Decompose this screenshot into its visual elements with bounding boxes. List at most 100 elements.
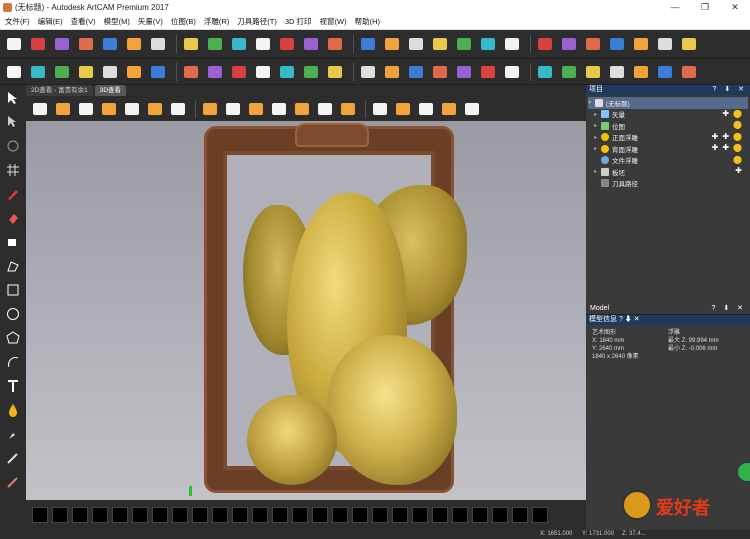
polyline-tool[interactable] <box>2 255 24 277</box>
menu-window[interactable]: 视窗(W) <box>320 16 347 27</box>
minimize-button[interactable]: — <box>660 0 690 14</box>
copy-button[interactable] <box>100 34 120 54</box>
expand-arrow-icon[interactable]: ▸ <box>594 122 601 129</box>
expand-arrow-icon[interactable]: ▸ <box>594 145 601 152</box>
close-button[interactable]: ✕ <box>720 0 750 14</box>
split-button[interactable] <box>478 62 498 82</box>
zoom-button[interactable] <box>4 62 24 82</box>
grid-cube-button[interactable] <box>124 62 144 82</box>
cube-side-button[interactable] <box>145 99 165 119</box>
tree-item-file-relief[interactable]: 文件浮雕 ⬤ <box>588 155 748 167</box>
undo-button[interactable] <box>148 34 168 54</box>
tree-item-bitmaps[interactable]: ▸ 位图 ⬤ <box>588 120 748 132</box>
color-swatch[interactable] <box>72 507 88 523</box>
align-button[interactable] <box>655 34 675 54</box>
speed-button[interactable] <box>301 34 321 54</box>
block-actions[interactable]: ✚ <box>735 166 746 175</box>
menu-view[interactable]: 查看(V) <box>71 16 96 27</box>
star-light-button[interactable] <box>416 99 436 119</box>
cube-white-button[interactable] <box>76 99 96 119</box>
grid-tool[interactable] <box>2 159 24 181</box>
cube-button[interactable] <box>559 34 579 54</box>
color-swatch[interactable] <box>412 507 428 523</box>
sculpt-tool[interactable] <box>2 447 24 469</box>
eraser-button[interactable] <box>76 62 96 82</box>
emboss-button[interactable] <box>502 34 522 54</box>
flat-button[interactable] <box>229 62 249 82</box>
redo-button[interactable] <box>181 34 201 54</box>
axes-button[interactable] <box>99 99 119 119</box>
eraser-tool[interactable] <box>2 207 24 229</box>
polyline-button[interactable] <box>679 34 699 54</box>
star-blue-button[interactable] <box>292 99 312 119</box>
select-tool[interactable] <box>2 87 24 109</box>
menu-toolpaths[interactable]: 刀具路径(T) <box>237 16 277 27</box>
tree-item-toolpaths[interactable]: 刀具路径 <box>588 178 748 190</box>
paste-button[interactable] <box>124 34 144 54</box>
expand-arrow-icon[interactable]: ▸ <box>594 168 601 175</box>
side-handle[interactable] <box>738 463 750 481</box>
transform-button[interactable] <box>358 34 378 54</box>
blue-shape-button[interactable] <box>52 62 72 82</box>
smooth-button[interactable] <box>478 34 498 54</box>
arrow-button[interactable] <box>253 62 273 82</box>
square2-button[interactable] <box>679 62 699 82</box>
expand-arrow-icon[interactable]: ▸ <box>594 111 601 118</box>
cube-colors-button[interactable] <box>439 99 459 119</box>
vector-button[interactable] <box>430 34 450 54</box>
stack-button[interactable] <box>358 62 378 82</box>
menu-edit[interactable]: 编辑(E) <box>38 16 63 27</box>
panel-controls[interactable]: ? ⬇ ✕ <box>619 316 640 323</box>
text-tool[interactable] <box>2 375 24 397</box>
color-swatch[interactable] <box>452 507 468 523</box>
color-swatch[interactable] <box>32 507 48 523</box>
panel-controls[interactable]: ? ⬇ ✕ <box>712 85 747 95</box>
tree-item-vectors[interactable]: ▸ 矢量 ✚⬤ <box>588 109 748 121</box>
color-swatch[interactable] <box>272 507 288 523</box>
tree-item-root[interactable]: ▾ (无标题) <box>588 97 748 109</box>
circle-tool[interactable] <box>2 303 24 325</box>
cube-iso-button[interactable] <box>168 99 188 119</box>
color-swatch[interactable] <box>492 507 508 523</box>
menu-file[interactable]: 文件(F) <box>5 16 30 27</box>
color-swatch[interactable] <box>512 507 528 523</box>
color-swatch[interactable] <box>52 507 68 523</box>
color-swatch[interactable] <box>112 507 128 523</box>
drop-tool[interactable] <box>2 399 24 421</box>
brush-tool[interactable] <box>2 423 24 445</box>
color-swatch[interactable] <box>92 507 108 523</box>
back-relief-actions[interactable]: ✚✚⬤ <box>712 143 746 152</box>
knife-tool[interactable] <box>2 471 24 493</box>
node-edit-tool[interactable] <box>2 111 24 133</box>
plus-button[interactable] <box>559 62 579 82</box>
panel-controls[interactable]: ? ⬇ ✕ <box>711 303 746 315</box>
menu-bitmap[interactable]: 位图(B) <box>171 16 196 27</box>
relief-tool-button[interactable] <box>607 34 627 54</box>
model-size-button[interactable] <box>229 34 249 54</box>
cylinder-button[interactable] <box>200 99 220 119</box>
layers-button[interactable] <box>382 34 402 54</box>
shade-red-button[interactable] <box>338 99 358 119</box>
vector-actions[interactable]: ✚⬤ <box>722 109 746 118</box>
open-box-button[interactable] <box>246 99 266 119</box>
wave-button[interactable] <box>301 62 321 82</box>
bulb-button[interactable] <box>53 99 73 119</box>
spiral-button[interactable] <box>28 62 48 82</box>
color-swatch[interactable] <box>212 507 228 523</box>
tree-item-front-relief[interactable]: ▸ 正面浮雕 ✚✚⬤ <box>588 132 748 144</box>
color-swatch[interactable] <box>172 507 188 523</box>
expand-arrow-icon[interactable]: ▾ <box>588 99 595 106</box>
pyramid2-button[interactable] <box>502 62 522 82</box>
grid-button[interactable] <box>253 34 273 54</box>
bitmap-actions[interactable]: ⬤ <box>733 120 746 129</box>
diamond-yellow-button[interactable] <box>370 99 390 119</box>
open-file-button[interactable] <box>28 34 48 54</box>
bottle-button[interactable] <box>583 62 603 82</box>
circle-button[interactable] <box>607 62 627 82</box>
diamond-button[interactable] <box>277 62 297 82</box>
new-file-button[interactable] <box>4 34 24 54</box>
cut-button[interactable] <box>76 34 96 54</box>
stamp-button[interactable] <box>583 34 603 54</box>
arc-tool[interactable] <box>2 351 24 373</box>
rectangle-tool[interactable] <box>2 279 24 301</box>
